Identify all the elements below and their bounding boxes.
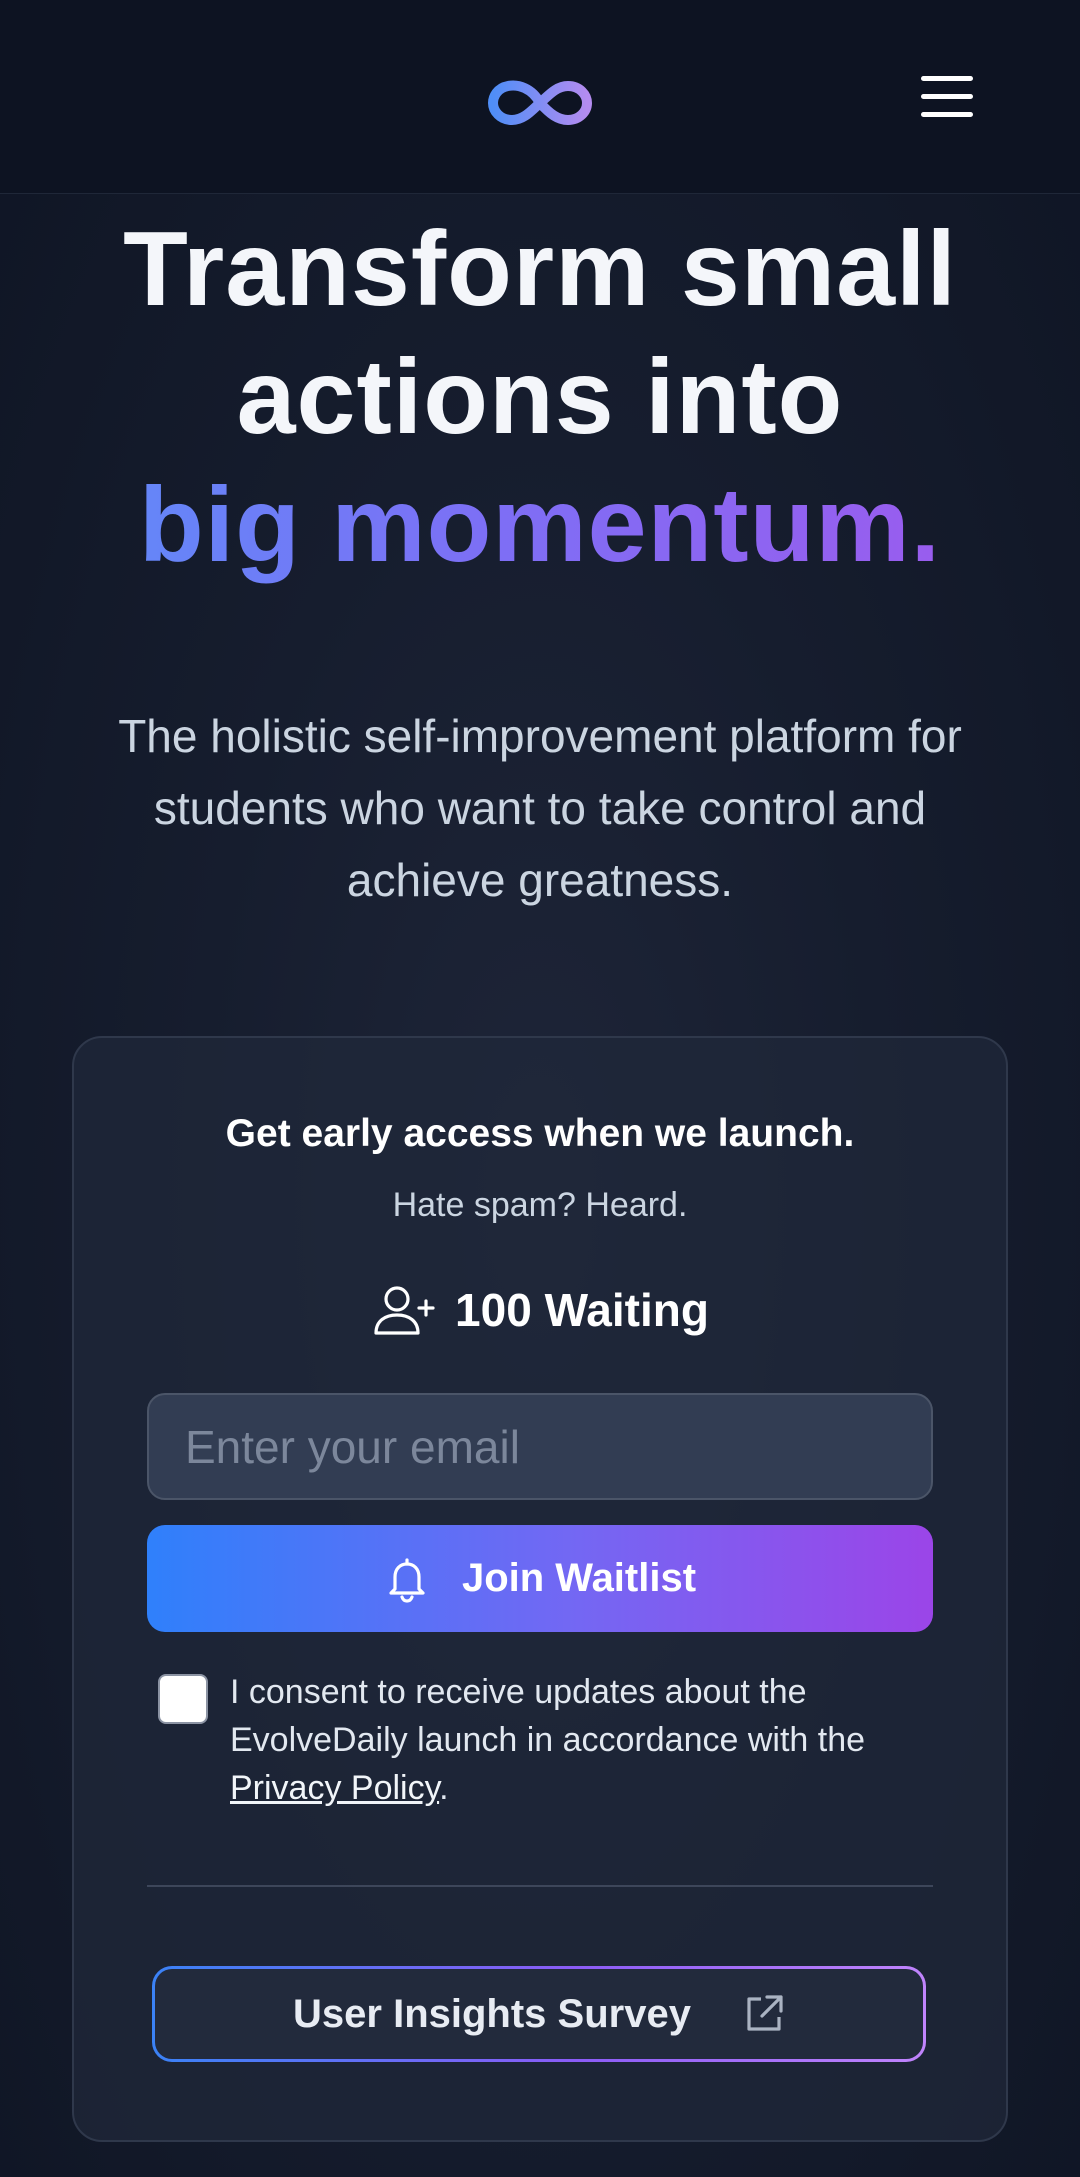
privacy-policy-link[interactable]: Privacy Policy: [230, 1769, 439, 1807]
waiting-count-label: 100 Waiting: [455, 1284, 709, 1336]
user-insights-survey-button[interactable]: User Insights Survey: [152, 1966, 926, 2062]
hero-subtitle: The holistic self-improvement platform f…: [118, 710, 962, 906]
hero-title-line-2: actions into: [236, 338, 844, 456]
consent-text-body: I consent to receive updates about the E…: [230, 1673, 866, 1759]
infinity-logo-icon[interactable]: [488, 76, 592, 130]
waiting-count: 100 Waiting: [0, 1280, 1080, 1340]
hero-title: Transform small actions into big momentu…: [0, 205, 1080, 589]
join-waitlist-label: Join Waitlist: [461, 1556, 697, 1600]
hero-title-line-1: Transform small: [123, 210, 957, 328]
user-plus-icon: [374, 1286, 435, 1335]
external-link-icon: [747, 1995, 783, 2031]
hero-title-accent: big momentum.: [0, 461, 1080, 589]
menu-button[interactable]: [916, 72, 978, 122]
bell-icon: [389, 1557, 425, 1603]
email-input[interactable]: [147, 1393, 933, 1500]
card-divider: [147, 1885, 933, 1887]
consent-text: I consent to receive updates about the E…: [230, 1668, 950, 1812]
survey-label: User Insights Survey: [293, 1991, 691, 2036]
consent-text-end: .: [439, 1769, 449, 1807]
top-header: [0, 0, 1080, 194]
waitlist-subtitle: Hate spam? Heard.: [392, 1186, 688, 1224]
join-waitlist-button[interactable]: Join Waitlist: [147, 1525, 933, 1632]
hamburger-menu-icon: [921, 76, 973, 81]
consent-checkbox[interactable]: [158, 1674, 208, 1724]
waitlist-title: Get early access when we launch.: [225, 1112, 855, 1155]
